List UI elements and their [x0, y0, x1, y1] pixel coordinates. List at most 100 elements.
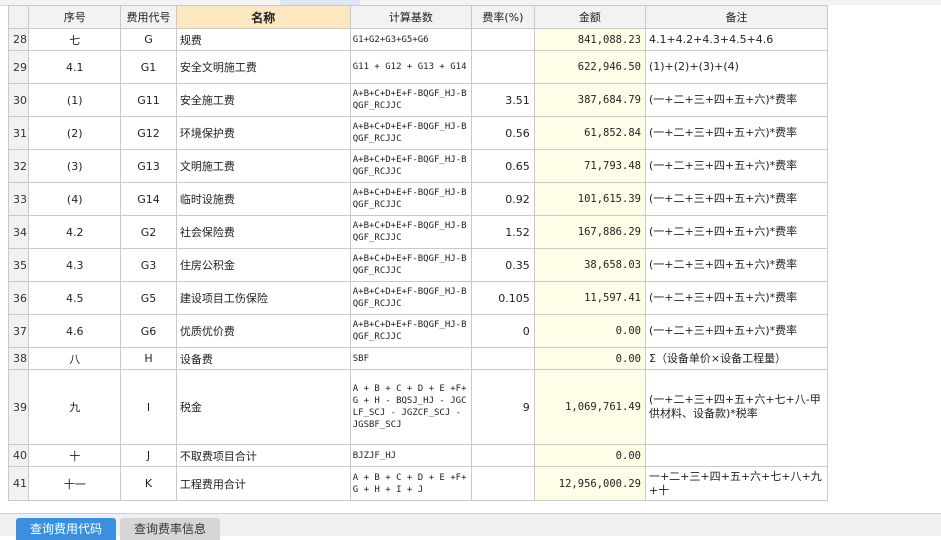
- seq-cell[interactable]: 九: [28, 369, 122, 445]
- basis-cell[interactable]: A+B+C+D+E+F-BQGF_HJ-BQGF_RCJJC: [349, 116, 473, 150]
- note-cell[interactable]: 4.1+4.2+4.3+4.5+4.6: [644, 28, 829, 51]
- query-fee-rate-button[interactable]: 查询费率信息: [120, 518, 221, 540]
- name-cell[interactable]: 安全文明施工费: [175, 50, 351, 84]
- rate-cell[interactable]: 0.65: [471, 149, 535, 183]
- seq-cell[interactable]: 4.2: [28, 215, 122, 249]
- name-cell[interactable]: 设备费: [175, 347, 351, 370]
- table-row[interactable]: 31 (2) G12 环境保护费 A+B+C+D+E+F-BQGF_HJ-BQG…: [7, 116, 829, 150]
- name-cell[interactable]: 社会保险费: [175, 215, 351, 249]
- seq-cell[interactable]: (1): [28, 83, 122, 117]
- seq-cell[interactable]: 十一: [28, 466, 122, 501]
- name-cell[interactable]: 优质优价费: [175, 314, 351, 348]
- name-cell[interactable]: 不取费项目合计: [175, 444, 351, 467]
- rate-cell[interactable]: 1.52: [471, 215, 535, 249]
- table-row[interactable]: 30 (1) G11 安全施工费 A+B+C+D+E+F-BQGF_HJ-BQG…: [7, 83, 829, 117]
- name-cell[interactable]: 建设项目工伤保险: [175, 281, 351, 315]
- basis-cell[interactable]: SBF: [349, 347, 473, 370]
- rate-cell[interactable]: 3.51: [471, 83, 535, 117]
- basis-cell[interactable]: G1+G2+G3+G5+G6: [349, 28, 473, 51]
- table-row[interactable]: 40 十 J 不取费项目合计 BJZJF_HJ 0.00: [7, 444, 829, 467]
- table-row[interactable]: 41 十一 K 工程费用合计 A + B + C + D + E +F+ G +…: [7, 466, 829, 501]
- basis-cell[interactable]: A+B+C+D+E+F-BQGF_HJ-BQGF_RCJJC: [349, 281, 473, 315]
- note-cell[interactable]: (一+二+三+四+五+六)*费率: [644, 83, 829, 117]
- seq-cell[interactable]: 4.5: [28, 281, 122, 315]
- note-cell[interactable]: Σ（设备单价×设备工程量）: [644, 347, 829, 370]
- seq-cell[interactable]: (3): [28, 149, 122, 183]
- table-row[interactable]: 29 4.1 G1 安全文明施工费 G11 + G12 + G13 + G14 …: [7, 50, 829, 84]
- note-cell[interactable]: (一+二+三+四+五+六)*费率: [644, 248, 829, 282]
- header-note[interactable]: 备注: [644, 5, 829, 29]
- basis-cell[interactable]: A+B+C+D+E+F-BQGF_HJ-BQGF_RCJJC: [349, 215, 473, 249]
- rate-cell[interactable]: [471, 347, 535, 370]
- rate-cell[interactable]: 0: [471, 314, 535, 348]
- code-cell[interactable]: G12: [120, 116, 177, 150]
- note-cell[interactable]: [644, 444, 829, 467]
- rate-cell[interactable]: [471, 28, 535, 51]
- seq-cell[interactable]: 4.1: [28, 50, 122, 84]
- seq-cell[interactable]: (2): [28, 116, 122, 150]
- table-row[interactable]: 34 4.2 G2 社会保险费 A+B+C+D+E+F-BQGF_HJ-BQGF…: [7, 215, 829, 249]
- name-cell[interactable]: 环境保护费: [175, 116, 351, 150]
- rate-cell[interactable]: 0.92: [471, 182, 535, 216]
- basis-cell[interactable]: A + B + C + D + E +F+ G + H + I + J: [349, 466, 473, 501]
- note-cell[interactable]: (1)+(2)+(3)+(4): [644, 50, 829, 84]
- rate-cell[interactable]: 0.56: [471, 116, 535, 150]
- code-cell[interactable]: G1: [120, 50, 177, 84]
- code-cell[interactable]: G: [120, 28, 177, 51]
- header-name[interactable]: 名称: [175, 5, 351, 29]
- basis-cell[interactable]: A+B+C+D+E+F-BQGF_HJ-BQGF_RCJJC: [349, 314, 473, 348]
- code-cell[interactable]: G14: [120, 182, 177, 216]
- basis-cell[interactable]: A + B + C + D + E +F+ G + H - BQSJ_HJ - …: [349, 369, 473, 445]
- table-row[interactable]: 39 九 I 税金 A + B + C + D + E +F+ G + H - …: [7, 369, 829, 445]
- seq-cell[interactable]: 4.6: [28, 314, 122, 348]
- code-cell[interactable]: G3: [120, 248, 177, 282]
- query-fee-code-button[interactable]: 查询费用代码: [16, 518, 117, 540]
- seq-cell[interactable]: 十: [28, 444, 122, 467]
- table-row[interactable]: 33 (4) G14 临时设施费 A+B+C+D+E+F-BQGF_HJ-BQG…: [7, 182, 829, 216]
- basis-cell[interactable]: A+B+C+D+E+F-BQGF_HJ-BQGF_RCJJC: [349, 182, 473, 216]
- code-cell[interactable]: H: [120, 347, 177, 370]
- seq-cell[interactable]: 七: [28, 28, 122, 51]
- note-cell[interactable]: (一+二+三+四+五+六)*费率: [644, 116, 829, 150]
- rate-cell[interactable]: [471, 466, 535, 501]
- rate-cell[interactable]: 9: [471, 369, 535, 445]
- basis-cell[interactable]: G11 + G12 + G13 + G14: [349, 50, 473, 84]
- header-code[interactable]: 费用代号: [120, 5, 177, 29]
- seq-cell[interactable]: 4.3: [28, 248, 122, 282]
- rate-cell[interactable]: [471, 444, 535, 467]
- basis-cell[interactable]: A+B+C+D+E+F-BQGF_HJ-BQGF_RCJJC: [349, 248, 473, 282]
- basis-cell[interactable]: A+B+C+D+E+F-BQGF_HJ-BQGF_RCJJC: [349, 149, 473, 183]
- table-row[interactable]: 37 4.6 G6 优质优价费 A+B+C+D+E+F-BQGF_HJ-BQGF…: [7, 314, 829, 348]
- seq-cell[interactable]: (4): [28, 182, 122, 216]
- seq-cell[interactable]: 八: [28, 347, 122, 370]
- rate-cell[interactable]: 0.105: [471, 281, 535, 315]
- code-cell[interactable]: G5: [120, 281, 177, 315]
- rate-cell[interactable]: [471, 50, 535, 84]
- code-cell[interactable]: G2: [120, 215, 177, 249]
- note-cell[interactable]: (一+二+三+四+五+六)*费率: [644, 281, 829, 315]
- table-row[interactable]: 38 八 H 设备费 SBF 0.00 Σ（设备单价×设备工程量）: [7, 347, 829, 370]
- code-cell[interactable]: G11: [120, 83, 177, 117]
- header-amount[interactable]: 金额: [533, 5, 646, 29]
- code-cell[interactable]: J: [120, 444, 177, 467]
- name-cell[interactable]: 工程费用合计: [175, 466, 351, 501]
- table-row[interactable]: 28 七 G 规费 G1+G2+G3+G5+G6 841,088.23 4.1+…: [7, 28, 829, 51]
- note-cell[interactable]: (一+二+三+四+五+六)*费率: [644, 314, 829, 348]
- note-cell[interactable]: (一+二+三+四+五+六)*费率: [644, 215, 829, 249]
- note-cell[interactable]: (一+二+三+四+五+六)*费率: [644, 182, 829, 216]
- name-cell[interactable]: 住房公积金: [175, 248, 351, 282]
- note-cell[interactable]: (一+二+三+四+五+六)*费率: [644, 149, 829, 183]
- name-cell[interactable]: 临时设施费: [175, 182, 351, 216]
- code-cell[interactable]: G13: [120, 149, 177, 183]
- basis-cell[interactable]: A+B+C+D+E+F-BQGF_HJ-BQGF_RCJJC: [349, 83, 473, 117]
- rate-cell[interactable]: 0.35: [471, 248, 535, 282]
- note-cell[interactable]: (一+二+三+四+五+六+七+八-甲供材料、设备款)*税率: [644, 369, 829, 445]
- code-cell[interactable]: G6: [120, 314, 177, 348]
- code-cell[interactable]: I: [120, 369, 177, 445]
- header-rate[interactable]: 费率(%): [471, 5, 535, 29]
- table-row[interactable]: 36 4.5 G5 建设项目工伤保险 A+B+C+D+E+F-BQGF_HJ-B…: [7, 281, 829, 315]
- name-cell[interactable]: 规费: [175, 28, 351, 51]
- header-basis[interactable]: 计算基数: [349, 5, 473, 29]
- table-row[interactable]: 32 (3) G13 文明施工费 A+B+C+D+E+F-BQGF_HJ-BQG…: [7, 149, 829, 183]
- basis-cell[interactable]: BJZJF_HJ: [349, 444, 473, 467]
